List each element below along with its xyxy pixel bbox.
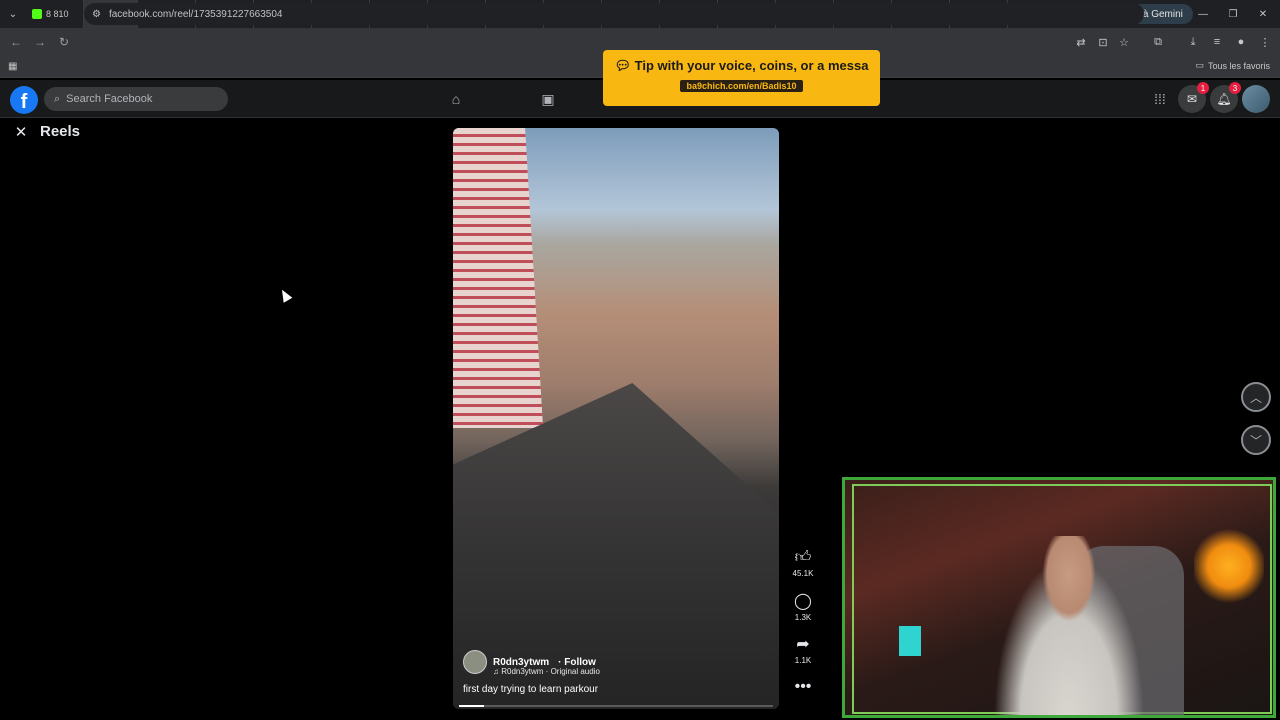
comment-button[interactable]: ◯ 1.3K	[790, 591, 816, 622]
streamer-webcam	[842, 477, 1276, 718]
apps-icon[interactable]: ▦	[8, 61, 20, 73]
video-progress-fill	[459, 705, 485, 707]
previous-reel-button[interactable]: ︿	[1241, 382, 1271, 412]
share-icon: ➦	[796, 636, 810, 653]
forward-icon[interactable]: →	[28, 30, 52, 54]
reel-caption: first day trying to learn parkour	[463, 684, 599, 695]
mouse-cursor	[277, 287, 293, 303]
menu-grid-icon[interactable]: ⁞⁞⁞	[1149, 88, 1171, 110]
search-placeholder: Search Facebook	[66, 93, 153, 105]
tab-search-icon[interactable]: ⌄	[0, 0, 26, 28]
close-window-icon[interactable]: ✕	[1248, 0, 1278, 28]
more-options-button[interactable]: •••	[790, 678, 816, 696]
address-bar[interactable]: ⚙ facebook.com/reel/1735391227663504	[84, 3, 1144, 25]
install-app-icon[interactable]: ⊡	[1095, 34, 1111, 50]
like-count: 45.1K	[792, 569, 814, 578]
account-avatar[interactable]	[1242, 85, 1270, 113]
translate-icon[interactable]: ⇄	[1073, 34, 1089, 50]
comment-icon: ◯	[794, 593, 812, 610]
back-icon[interactable]: ←	[4, 30, 28, 54]
video-progress[interactable]	[459, 705, 773, 707]
browser-tab[interactable]: 8 810	[26, 0, 84, 28]
search-input[interactable]: ⌕ Search Facebook	[44, 87, 228, 111]
audio-label[interactable]: ♫ R0dn3ytwm · Original audio	[493, 667, 600, 676]
facebook-logo-icon[interactable]: f	[10, 86, 38, 114]
share-button[interactable]: ➦ 1.1K	[790, 634, 816, 665]
reload-icon[interactable]: ↻	[52, 30, 76, 54]
next-reel-button[interactable]: ﹀	[1241, 425, 1271, 455]
tip-text: 💬︎ Tip with your voice, coins, or a mess…	[614, 58, 869, 73]
like-icon: 👍︎	[794, 549, 812, 566]
author-name[interactable]: R0dn3ytwm	[493, 657, 549, 668]
all-bookmarks[interactable]: ▭ Tous les favoris	[1195, 60, 1270, 71]
streamer	[984, 536, 1154, 715]
reels-nav-icon[interactable]: ▣	[537, 88, 559, 110]
messenger-badge: 1	[1197, 82, 1209, 94]
search-icon: ⌕	[54, 92, 61, 105]
messenger-icon[interactable]: ✉ 1	[1178, 82, 1209, 113]
tip-overlay: 💬︎ Tip with your voice, coins, or a mess…	[603, 50, 880, 106]
minimize-icon[interactable]: —	[1188, 0, 1218, 28]
menu-icon[interactable]: ⋮	[1257, 34, 1273, 50]
chevron-up-icon: ︿	[1249, 390, 1262, 405]
chevron-down-icon: ﹀	[1249, 433, 1262, 448]
tip-message: Tip with your voice, coins, or a messa	[634, 58, 869, 73]
page-title: Reels	[40, 123, 81, 140]
notifications-badge: 3	[1229, 82, 1241, 94]
follow-button[interactable]: · Follow	[558, 657, 596, 668]
comment-count: 1.3K	[794, 613, 812, 622]
webcam-frame	[852, 484, 1272, 715]
media-icon[interactable]: ≡	[1209, 34, 1225, 50]
more-icon: •••	[794, 678, 812, 695]
extensions-icon[interactable]: ⧉	[1150, 34, 1166, 50]
download-icon[interactable]: ⤓	[1185, 34, 1201, 50]
reel-video[interactable]: R0dn3ytwm · Follow ♫ R0dn3ytwm · Origina…	[453, 128, 779, 709]
monitor-glow	[899, 626, 921, 656]
author-avatar[interactable]	[463, 650, 487, 674]
site-info-icon[interactable]: ⚙	[92, 9, 101, 20]
profile-icon[interactable]: ●	[1233, 34, 1249, 50]
video-building	[453, 128, 543, 428]
restore-icon[interactable]: ❐	[1218, 0, 1248, 28]
like-button[interactable]: 👍︎ 45.1K	[790, 548, 816, 578]
all-bookmarks-label: Tous les favoris	[1207, 60, 1270, 71]
tab-label: 8 810	[46, 9, 69, 19]
folder-icon: ▭	[1195, 60, 1204, 70]
url-text: facebook.com/reel/1735391227663504	[108, 8, 283, 20]
tip-link: ba9chich.com/en/Badis10	[680, 80, 803, 92]
close-icon[interactable]: ✕	[12, 123, 30, 141]
bookmark-star-icon[interactable]: ☆	[1116, 34, 1132, 50]
notifications-icon[interactable]: 🔔︎ 3	[1210, 82, 1241, 113]
hexagon-lights	[1194, 526, 1264, 606]
home-icon[interactable]: ⌂	[445, 88, 467, 110]
kick-icon	[32, 9, 42, 19]
share-count: 1.1K	[794, 656, 812, 665]
